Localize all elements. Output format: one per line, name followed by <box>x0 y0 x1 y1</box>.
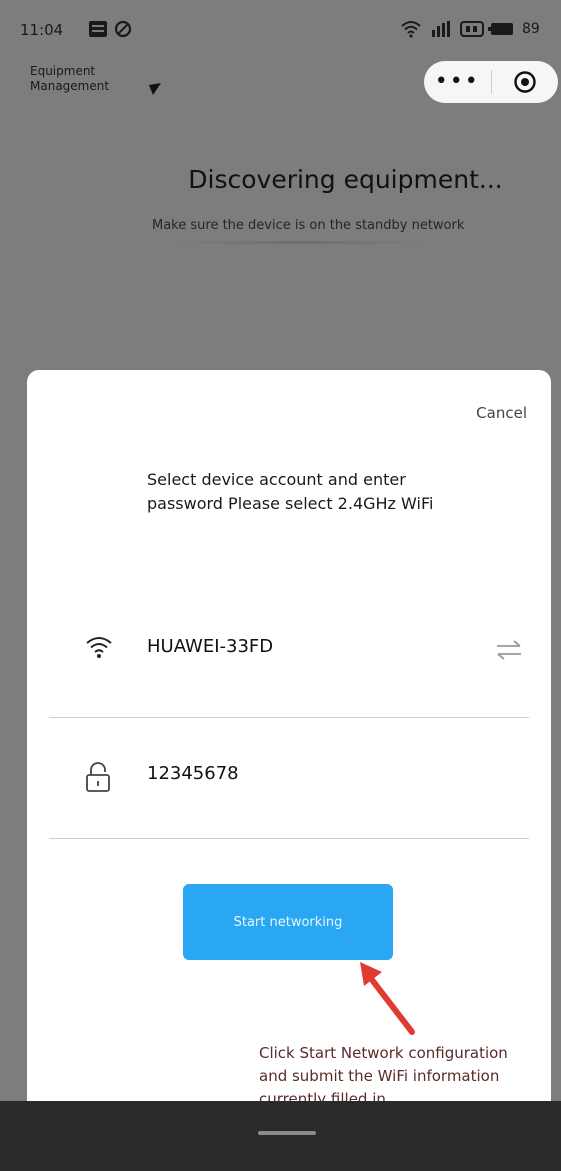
status-time: 11:04 <box>20 21 64 39</box>
password-field[interactable]: 12345678 <box>147 763 239 784</box>
password-row[interactable]: 12345678 <box>27 745 551 805</box>
mini-program-capsule: ••• <box>424 61 558 103</box>
notification-icon <box>88 20 108 42</box>
app-title-line1: Equipment <box>30 64 96 78</box>
hd-signal-icon <box>460 20 484 42</box>
battery-level: 89 <box>522 21 540 37</box>
divider <box>49 838 529 839</box>
divider <box>49 717 529 718</box>
wifi-select-row[interactable]: HUAWEI-33FD <box>27 618 551 678</box>
more-menu-button[interactable]: ••• <box>424 61 491 103</box>
discovery-progress-line <box>175 241 425 244</box>
cancel-button[interactable]: Cancel <box>476 404 527 422</box>
wifi-config-sheet: Cancel Select device account and enter p… <box>27 370 551 1110</box>
do-not-disturb-icon <box>114 20 132 42</box>
home-indicator[interactable] <box>258 1131 316 1135</box>
lock-icon <box>85 761 111 797</box>
switch-wifi-icon[interactable] <box>495 640 523 664</box>
dropdown-caret-icon[interactable] <box>148 80 162 99</box>
battery-icon <box>488 20 516 42</box>
annotation-arrow-icon <box>360 962 415 1035</box>
target-close-icon <box>514 71 536 93</box>
instruction-text: Select device account and enter password… <box>147 470 434 513</box>
wifi-icon <box>85 634 113 664</box>
wifi-status-icon <box>400 20 422 42</box>
close-mini-program-button[interactable] <box>492 70 559 94</box>
wifi-name: HUAWEI-33FD <box>147 636 274 657</box>
app-title: Equipment Management <box>30 64 109 94</box>
system-navigation-bar <box>0 1101 561 1171</box>
app-title-line2: Management <box>30 79 110 93</box>
status-bar: 11:04 89 <box>0 0 561 60</box>
discovery-title: Discovering equipment... <box>188 165 503 194</box>
discovery-subtitle: Make sure the device is on the standby n… <box>152 218 465 233</box>
start-networking-button[interactable]: Start networking <box>183 884 393 960</box>
signal-icon <box>430 20 454 42</box>
